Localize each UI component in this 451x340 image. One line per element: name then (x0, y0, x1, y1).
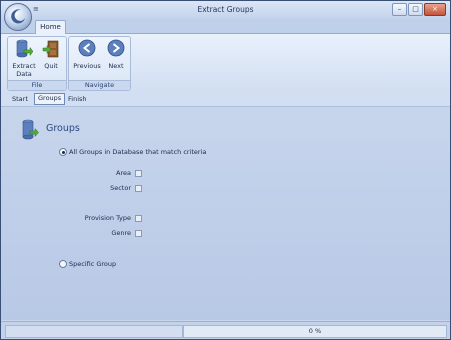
previous-label: Previous (73, 62, 101, 70)
quit-button[interactable]: Quit (40, 39, 62, 70)
wizard-step-start[interactable]: Start (9, 94, 31, 104)
quit-door-icon (42, 40, 59, 58)
app-logo-icon (11, 9, 25, 24)
maximize-button[interactable]: □ (408, 3, 423, 16)
ribbon-group-file-label: File (8, 80, 66, 90)
tab-home[interactable]: Home (35, 20, 66, 34)
status-message-area (5, 325, 183, 338)
genre-checkbox[interactable] (135, 230, 142, 237)
window-controls: – □ × (392, 3, 446, 16)
genre-label: Genre (111, 229, 131, 237)
extract-data-button[interactable]: Extract Data (10, 39, 38, 78)
ribbon-group-navigate-label: Navigate (69, 80, 130, 90)
area-label: Area (116, 169, 131, 177)
area-checkbox[interactable] (135, 170, 142, 177)
previous-button[interactable]: Previous (71, 39, 103, 70)
window-title: Extract Groups (197, 5, 254, 14)
close-button[interactable]: × (424, 3, 446, 16)
all-groups-label: All Groups in Database that match criter… (69, 148, 207, 156)
title-bar: ≡ Extract Groups – □ × (1, 1, 450, 20)
groups-panel: Groups All Groups in Database that match… (1, 107, 450, 320)
sector-label: Sector (110, 184, 131, 192)
wizard-step-finish[interactable]: Finish (65, 94, 90, 104)
ribbon: Extract Data Quit File Previous Next Nav… (1, 33, 450, 92)
extract-data-label: Extract Data (12, 62, 36, 78)
quit-label: Quit (44, 62, 58, 70)
provision-type-label: Provision Type (84, 214, 131, 222)
provision-type-checkbox[interactable] (135, 215, 142, 222)
specific-group-label: Specific Group (69, 260, 117, 268)
application-menu-button[interactable] (4, 3, 32, 31)
progress-indicator: 0 % (183, 325, 447, 338)
specific-group-radio[interactable] (59, 260, 67, 268)
main-window: ≡ Extract Groups – □ × Home Extract Data (0, 0, 451, 340)
status-bar: 0 % (1, 321, 450, 339)
ribbon-tab-row (1, 19, 450, 33)
arrow-left-icon (78, 39, 96, 57)
wizard-steps: Start Groups Finish (1, 91, 450, 107)
ribbon-group-navigate: Previous Next Navigate (68, 36, 131, 91)
next-button[interactable]: Next (105, 39, 127, 70)
minimize-button[interactable]: – (392, 3, 407, 16)
arrow-right-icon (107, 39, 125, 57)
sector-checkbox[interactable] (135, 185, 142, 192)
wizard-step-groups[interactable]: Groups (34, 93, 66, 105)
ribbon-group-file: Extract Data Quit File (7, 36, 67, 91)
groups-header-icon (22, 119, 39, 140)
all-groups-radio[interactable] (59, 148, 67, 156)
groups-heading: Groups (46, 123, 80, 134)
next-label: Next (108, 62, 124, 70)
extract-data-icon (16, 39, 34, 58)
